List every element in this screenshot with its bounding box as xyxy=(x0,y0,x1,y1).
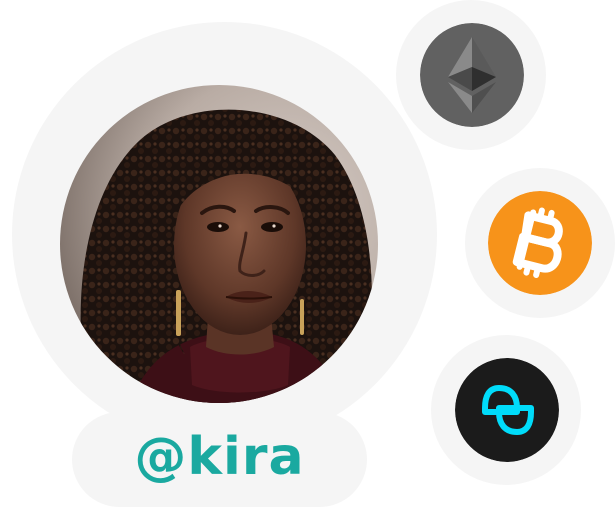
profile-handle: @kira xyxy=(134,426,305,487)
gemini-icon xyxy=(455,358,559,462)
profile-card: @kira xyxy=(0,0,615,507)
ethereum-icon xyxy=(420,23,524,127)
avatar-photo xyxy=(60,85,378,403)
handle-pill: @kira xyxy=(72,412,367,507)
bitcoin-icon xyxy=(488,191,592,295)
avatar xyxy=(60,85,378,403)
